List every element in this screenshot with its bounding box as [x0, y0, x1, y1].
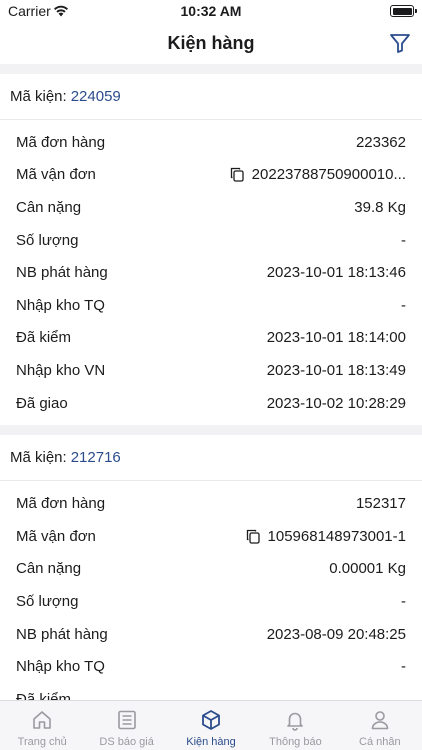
copy-icon[interactable]: [246, 529, 260, 544]
tab-bell[interactable]: Thông báo: [253, 701, 337, 750]
detail-row: Mã đơn hàng 223362: [0, 126, 422, 159]
package-card[interactable]: Mã kiện: 212716 Mã đơn hàng 152317 Mã vận đơ…: [0, 435, 422, 700]
detail-value: 152317: [356, 495, 406, 512]
package-header: Mã kiện: 212716: [0, 435, 422, 482]
detail-value: -: [401, 593, 406, 610]
detail-key: Nhập kho VN: [16, 361, 106, 379]
detail-value-text: 20223788750900010...: [251, 166, 406, 184]
detail-value: -: [401, 232, 406, 249]
detail-value-text: 2023-10-01 18:14:00: [266, 329, 406, 347]
detail-row: Số lượng -: [0, 224, 422, 257]
detail-key: Đã kiểm: [16, 690, 72, 700]
tab-label: DS báo giá: [99, 736, 154, 748]
detail-value-text: 105968148973001-1: [267, 527, 406, 545]
detail-key: Nhập kho TQ: [16, 658, 105, 676]
detail-value: 20223788750900010...: [230, 166, 406, 183]
package-code-label: Mã kiện:: [10, 449, 67, 467]
detail-row: Nhập kho TQ -: [0, 289, 422, 322]
tab-home[interactable]: Trang chủ: [0, 701, 84, 750]
detail-key: Mã vận đơn: [16, 166, 96, 184]
detail-row: Cân nặng 39.8 Kg: [0, 191, 422, 224]
detail-key: Mã đơn hàng: [16, 133, 106, 151]
box-icon: [202, 710, 220, 730]
detail-key: Mã đơn hàng: [16, 495, 106, 513]
detail-value-text: 39.8 Kg: [354, 198, 406, 216]
detail-key: NB phát hàng: [16, 264, 108, 282]
tab-label: Thông báo: [269, 736, 322, 748]
detail-value-text: 0.00001 Kg: [329, 560, 406, 578]
list-icon: [117, 710, 136, 730]
clock: 10:32 AM: [180, 3, 242, 19]
detail-value: 2023-10-01 18:13:46: [267, 264, 406, 281]
tab-label: Trang chủ: [17, 736, 67, 748]
package-code: 212716: [70, 449, 121, 467]
tab-list[interactable]: DS báo giá: [84, 701, 168, 750]
detail-value: 105968148973001-1: [246, 528, 406, 545]
copy-icon[interactable]: [230, 167, 244, 183]
tab-label: Cá nhân: [359, 736, 401, 748]
status-bar: Carrier 10:32 AM: [0, 0, 422, 24]
detail-row: Nhập kho VN 2023-10-01 18:13:49: [0, 354, 422, 387]
detail-value-text: 2023-10-01 18:13:46: [266, 264, 406, 282]
tab-bar: Trang chủ DS báo giá Kiện hàng Thông báo Cá …: [0, 700, 422, 750]
navigation-bar: Kiện hàng: [0, 24, 422, 64]
detail-row: Mã vận đơn 105968148973001-1: [0, 520, 422, 553]
detail-value: -: [401, 297, 406, 314]
package-code: 224059: [70, 88, 121, 105]
detail-row: Cân nặng 0.00001 Kg: [0, 553, 422, 586]
detail-value: -: [401, 658, 406, 675]
detail-key: Đã kiểm: [16, 329, 72, 347]
bell-icon: [287, 712, 304, 731]
detail-row: Số lượng -: [0, 585, 422, 618]
detail-value-text: -: [401, 296, 406, 314]
package-list[interactable]: Mã kiện: 224059 Mã đơn hàng 223362 Mã vận đơ…: [0, 64, 422, 700]
detail-row: Đã kiểm 2023-10-01 18:14:00: [0, 322, 422, 355]
detail-key: Số lượng: [16, 231, 79, 249]
detail-value: 39.8 Kg: [354, 199, 406, 216]
package-card[interactable]: Mã kiện: 224059 Mã đơn hàng 223362 Mã vận đơ…: [0, 74, 422, 426]
detail-value-text: -: [401, 592, 406, 610]
detail-key: NB phát hàng: [16, 625, 108, 643]
package-details: Mã đơn hàng 223362 Mã vận đơn 2022378875090…: [0, 120, 422, 425]
detail-value-text: 2023-10-01 18:13:49: [266, 361, 406, 379]
detail-row: Đã giao 2023-10-02 10:28:29: [0, 387, 422, 420]
detail-row: NB phát hàng 2023-10-01 18:13:46: [0, 256, 422, 289]
package-code-label: Mã kiện:: [10, 88, 67, 105]
detail-row: Nhập kho TQ -: [0, 650, 422, 683]
detail-key: Mã vận đơn: [16, 527, 96, 545]
detail-value-text: -: [401, 231, 406, 249]
user-icon: [371, 711, 389, 730]
tab-label: Kiện hàng: [186, 736, 236, 748]
detail-key: Cân nặng: [16, 198, 82, 216]
detail-row: Mã đơn hàng 152317: [0, 487, 422, 520]
detail-row: NB phát hàng 2023-08-09 20:48:25: [0, 618, 422, 651]
detail-key: Đã giao: [16, 394, 68, 412]
filter-icon[interactable]: [388, 31, 412, 55]
detail-value-text: -: [401, 658, 406, 676]
detail-value: 0.00001 Kg: [329, 560, 406, 577]
tab-box[interactable]: Kiện hàng: [169, 701, 253, 750]
detail-row: Mã vận đơn 20223788750900010...: [0, 159, 422, 192]
battery-icon: [390, 5, 417, 17]
detail-value-text: 2023-10-02 10:28:29: [266, 394, 406, 412]
detail-value-text: 152317: [355, 495, 406, 513]
page-title: Kiện hàng: [167, 33, 255, 53]
detail-value-text: 2023-08-09 20:48:25: [266, 625, 406, 643]
detail-key: Số lượng: [16, 592, 79, 610]
tab-user[interactable]: Cá nhân: [338, 701, 422, 750]
detail-value: 2023-08-09 20:48:25: [267, 626, 406, 643]
detail-value-text: 223362: [355, 133, 406, 151]
package-header: Mã kiện: 224059: [0, 74, 422, 120]
detail-row: Đã kiểm: [0, 683, 422, 700]
detail-key: Nhập kho TQ: [16, 296, 105, 314]
detail-value: 223362: [356, 134, 406, 151]
home-icon: [33, 711, 52, 729]
package-details: Mã đơn hàng 152317 Mã vận đơn 1059681489730…: [0, 481, 422, 700]
detail-value: 2023-10-01 18:14:00: [267, 329, 406, 346]
detail-key: Cân nặng: [16, 560, 82, 578]
detail-value: 2023-10-01 18:13:49: [267, 362, 406, 379]
detail-value: 2023-10-02 10:28:29: [267, 395, 406, 412]
